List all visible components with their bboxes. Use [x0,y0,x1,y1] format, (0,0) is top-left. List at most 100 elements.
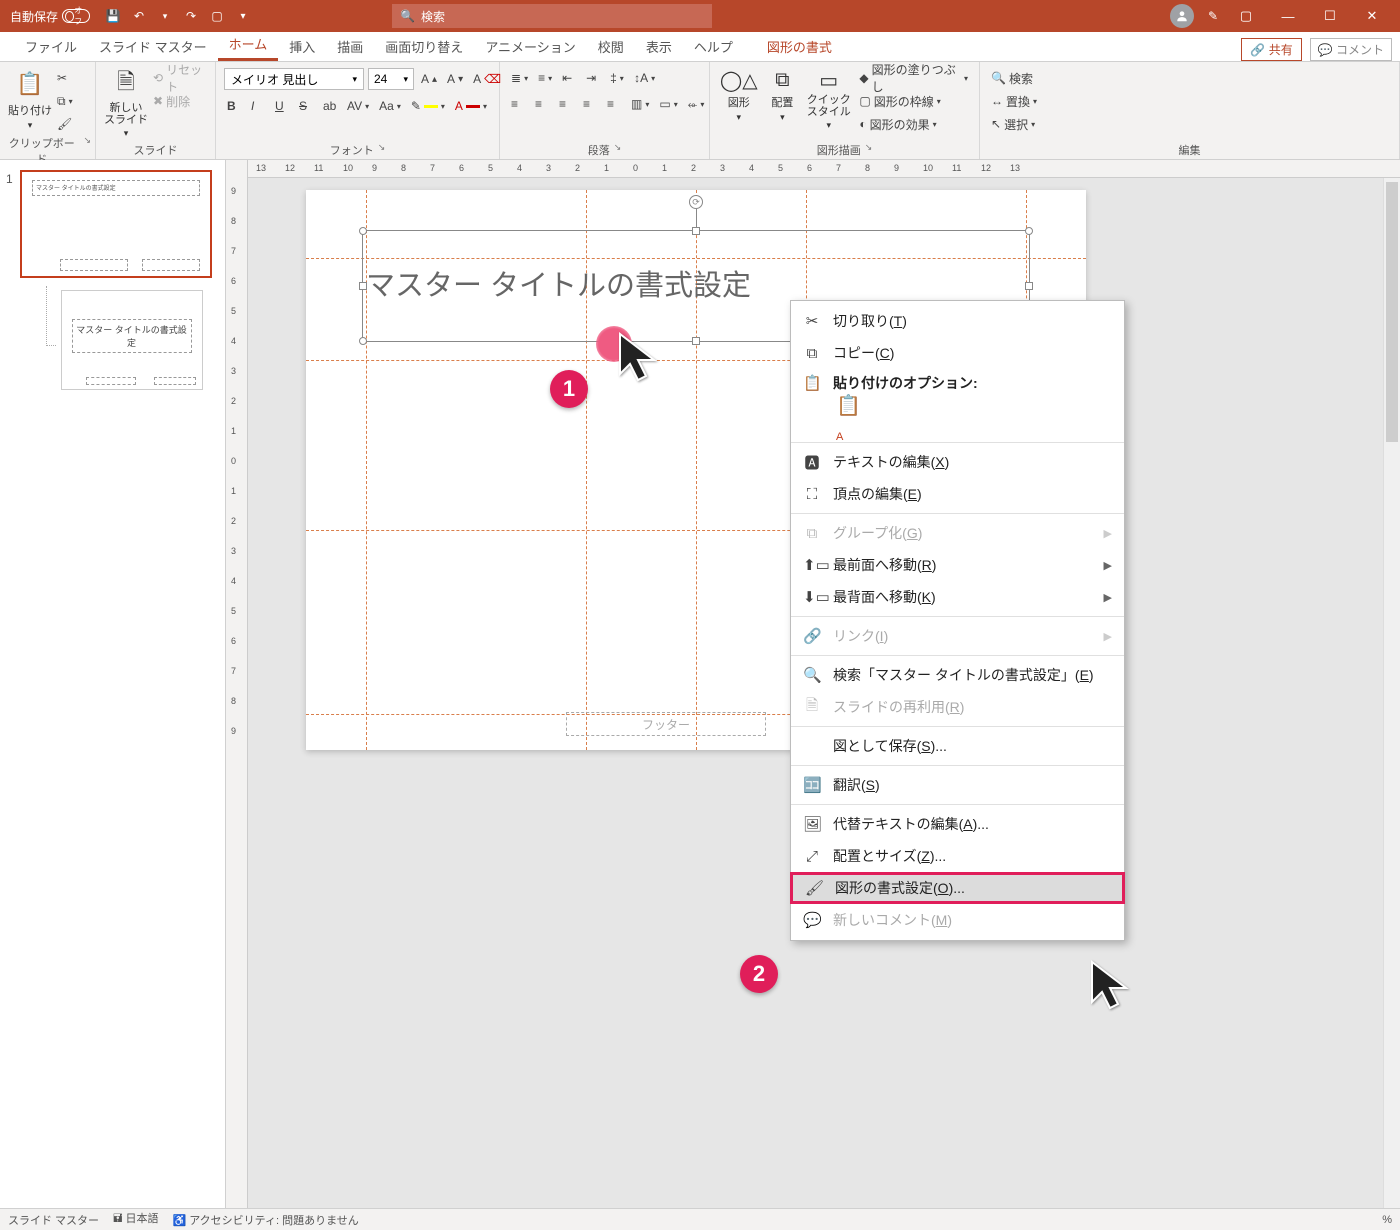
font-size-combo[interactable]: 24▾ [368,68,414,90]
shape-outline-button[interactable]: ▢図形の枠線▾ [856,91,971,111]
change-case-button[interactable]: Aa▾ [376,96,404,116]
tab-file[interactable]: ファイル [14,31,88,61]
replace-button[interactable]: ↔置換▾ [988,91,1040,111]
align-center-button[interactable]: ≡ [532,94,552,114]
save-icon[interactable]: 💾 [104,7,122,25]
comments-button[interactable]: 💬 コメント [1310,38,1392,61]
master-thumbnail[interactable]: マスター タイトルの書式設定 [20,170,212,278]
workspace: 1 マスター タイトルの書式設定 マスター タイトルの書式設定 98765432… [0,160,1400,1208]
ctx-save-as-picture[interactable]: 図として保存(S)... [791,730,1124,762]
smartart-button[interactable]: ⬰▾ [685,94,708,114]
thumbnails-pane[interactable]: 1 マスター タイトルの書式設定 マスター タイトルの書式設定 [0,160,226,1208]
ctx-edit-text[interactable]: 🅰テキストの編集(X) [791,446,1124,478]
quickstyles-icon: ▭ [813,68,845,92]
tab-animations[interactable]: アニメーション [474,31,586,61]
status-accessibility[interactable]: ♿ アクセシビリティ: 問題ありません [172,1212,358,1228]
reuse-icon: 🗎 [803,695,821,720]
format-painter-button[interactable]: 🖌 [54,114,76,134]
line-spacing-button[interactable]: ‡▾ [607,68,627,88]
select-button[interactable]: ↖選択▾ [988,114,1040,134]
footer-placeholder[interactable]: フッター [566,712,766,736]
shrink-font-button[interactable]: A▾ [444,69,466,89]
arrange-button[interactable]: ⧉配置▾ [762,68,804,123]
tab-insert[interactable]: 挿入 [278,31,326,61]
ctx-smart-search[interactable]: 🔍検索「マスター タイトルの書式設定」(E) [791,659,1124,691]
tab-review[interactable]: 校閲 [587,31,635,61]
ctx-send-back[interactable]: ⬇▭最背面へ移動(K)▶ [791,581,1124,613]
align-right-button[interactable]: ≡ [556,94,576,114]
ctx-size-position[interactable]: ⤢配置とサイズ(Z)... [791,840,1124,872]
strike-button[interactable]: S [296,96,316,116]
shape-effects-button[interactable]: ◐図形の効果▾ [856,114,971,134]
rotate-handle[interactable]: ⟳ [689,195,703,209]
columns-button[interactable]: ▥▾ [628,94,652,114]
ctx-copy[interactable]: ⧉コピー(C) [791,337,1124,369]
vertical-scrollbar[interactable] [1383,178,1400,1208]
undo-more-icon[interactable]: ▾ [156,7,174,25]
distributed-button[interactable]: ≡ [604,94,624,114]
char-spacing-button[interactable]: AV▾ [344,96,372,116]
tab-draw[interactable]: 描画 [326,31,374,61]
new-slide-button[interactable]: 🗎 新しい スライド▾ [104,68,148,139]
underline-button[interactable]: U [272,96,292,116]
tab-home[interactable]: ホーム [218,28,279,61]
bullets-button[interactable]: ≣▾ [508,68,531,88]
autosave-toggle[interactable]: 自動保存 オフ [10,8,90,25]
highlight-button[interactable]: ✎▾ [408,96,448,116]
ctx-bring-front[interactable]: ⬆▭最前面へ移動(R)▶ [791,549,1124,581]
redo-icon[interactable]: ↷ [182,7,200,25]
undo-icon[interactable]: ↶ [130,7,148,25]
tab-view[interactable]: 表示 [635,31,683,61]
qat-customize-icon[interactable]: ▾ [234,7,252,25]
clear-format-button[interactable]: A⌫ [470,69,504,89]
shadow-button[interactable]: ab [320,96,340,116]
maximize-icon[interactable]: ☐ [1316,8,1344,24]
justify-button[interactable]: ≡ [580,94,600,114]
text-direction-button[interactable]: ↕A▾ [631,68,658,88]
status-zoom[interactable]: % [1382,1214,1392,1226]
font-color-button[interactable]: A▾ [452,96,490,116]
ribbon-display-icon[interactable]: ▢ [1232,8,1260,24]
ctx-alt-text[interactable]: 🖼代替テキストの編集(A)... [791,808,1124,840]
dialog-launcher-icon[interactable]: ↘ [378,142,386,158]
search-box[interactable]: 🔍 検索 [392,4,712,28]
layout-thumbnail[interactable]: マスター タイトルの書式設定 [61,290,203,390]
account-avatar[interactable] [1170,4,1194,28]
close-icon[interactable]: ✕ [1358,8,1386,24]
quick-styles-button[interactable]: ▭クイック スタイル▾ [805,68,852,131]
cut-button[interactable]: ✂ [54,68,76,88]
italic-button[interactable]: I [248,96,268,116]
increase-indent-button[interactable]: ⇥ [583,68,603,88]
tab-slide-master[interactable]: スライド マスター [88,31,218,61]
numbering-button[interactable]: ≡▾ [535,68,555,88]
ctx-format-shape[interactable]: 🖌図形の書式設定(O)... [790,872,1125,904]
tab-transitions[interactable]: 画面切り替え [374,31,474,61]
coming-soon-icon[interactable]: ✎ [1208,9,1218,23]
ctx-translate[interactable]: 🈁翻訳(S) [791,769,1124,801]
share-button[interactable]: 🔗 共有 [1241,38,1301,61]
outline-icon: ▢ [859,94,870,108]
grow-font-button[interactable]: A▴ [418,69,440,89]
minimize-icon[interactable]: ― [1274,9,1302,24]
find-button[interactable]: 🔍検索 [988,68,1040,88]
copy-button[interactable]: ⧉▾ [54,91,76,111]
title-text[interactable]: マスター タイトルの書式設定 [366,262,751,304]
bold-button[interactable]: B [224,96,244,116]
decrease-indent-button[interactable]: ⇤ [559,68,579,88]
font-name-combo[interactable]: メイリオ 見出し▾ [224,68,364,90]
shape-fill-button[interactable]: ◆図形の塗りつぶし▾ [856,68,971,88]
dialog-launcher-icon[interactable]: ↘ [865,142,873,158]
align-left-button[interactable]: ≡ [508,94,528,114]
tab-help[interactable]: ヘルプ [683,31,744,61]
align-text-button[interactable]: ▭▾ [656,94,680,114]
paste-button[interactable]: 📋 貼り付け▾ [8,68,52,131]
group-icon: ⧉ [803,525,821,542]
shapes-button[interactable]: ◯△図形▾ [718,68,760,123]
ctx-cut[interactable]: ✂切り取り(T) [791,305,1124,337]
tab-shape-format[interactable]: 図形の書式 [756,31,843,61]
status-lang[interactable]: 🖬 日本語 [113,1210,158,1229]
dialog-launcher-icon[interactable]: ↘ [614,142,622,158]
from-beginning-icon[interactable]: ▢ [208,7,226,25]
ctx-edit-points[interactable]: ⛶頂点の編集(E) [791,478,1124,510]
paste-keep-text-button[interactable]: 📋A [835,403,865,433]
